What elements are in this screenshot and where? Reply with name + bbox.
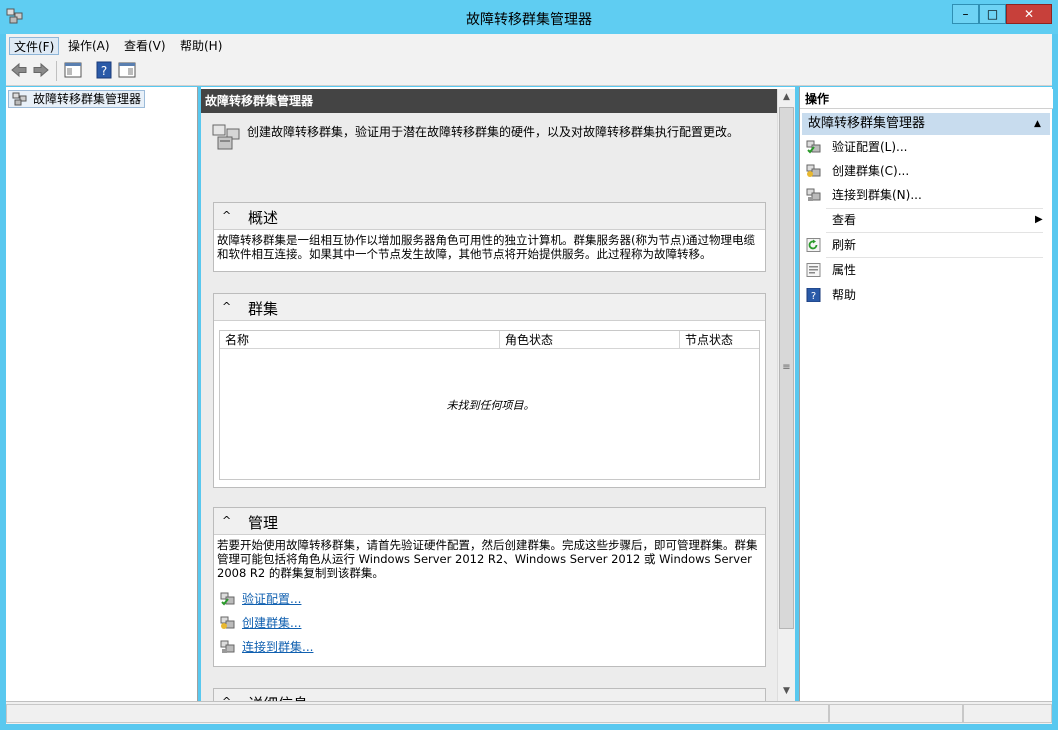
arrow-right-icon[interactable] xyxy=(32,61,50,79)
arrow-left-icon[interactable] xyxy=(10,61,28,79)
cluster-servers-icon xyxy=(212,124,240,150)
action-properties[interactable]: 属性 xyxy=(803,258,1048,282)
action-create-cluster[interactable]: 创建群集(C)... xyxy=(803,159,1048,183)
clusters-section: ^ 群集 名称 角色状态 节点状态 未找到任何项目。 xyxy=(213,293,766,488)
collapse-up-icon[interactable]: ▲ xyxy=(1034,113,1041,135)
action-help[interactable]: ? 帮助 xyxy=(803,283,1048,307)
tree-item-label: 故障转移群集管理器 xyxy=(33,92,142,106)
menu-bar: 文件(F) 操作(A) 查看(V) 帮助(H) xyxy=(6,34,1052,57)
menu-help[interactable]: 帮助(H) xyxy=(176,37,226,55)
create-cluster-icon xyxy=(220,616,235,629)
toolbar: ? xyxy=(6,57,1052,86)
window-title: 故障转移群集管理器 xyxy=(466,12,592,28)
center-pane: 故障转移群集管理器 创建故障转移群集，验证用于潜在故障转移群集的硬件，以及对故障… xyxy=(201,87,795,701)
title-bar[interactable]: 故障转移群集管理器 – □ ✕ xyxy=(0,0,1058,34)
action-refresh[interactable]: 刷新 xyxy=(803,233,1048,257)
center-pane-header: 故障转移群集管理器 xyxy=(201,89,777,113)
cluster-manager-icon xyxy=(12,92,27,106)
connect-cluster-icon xyxy=(220,640,235,653)
create-cluster-link[interactable]: 创建群集... xyxy=(242,614,301,632)
create-cluster-icon xyxy=(806,164,821,177)
column-header-name[interactable]: 名称 xyxy=(220,331,500,349)
action-connect-cluster[interactable]: 连接到群集(N)... xyxy=(803,183,1048,207)
action-label: 帮助 xyxy=(832,288,857,302)
status-bar xyxy=(6,701,1052,724)
action-label: 刷新 xyxy=(832,238,857,252)
action-label: 连接到群集(N)... xyxy=(832,188,922,202)
scroll-up-arrow-icon[interactable]: ▲ xyxy=(778,89,795,106)
overview-section: ^ 概述 故障转移群集是一组相互协作以增加服务器角色可用性的独立计算机。群集服务… xyxy=(213,202,766,272)
clusters-title: 群集 xyxy=(248,300,279,318)
menu-view[interactable]: 查看(V) xyxy=(120,37,170,55)
details-title: 详细信息 xyxy=(248,693,308,701)
status-cell-main xyxy=(6,704,829,723)
action-label: 查看 xyxy=(832,213,857,227)
refresh-icon xyxy=(806,238,821,252)
intro-text: 创建故障转移群集，验证用于潜在故障转移群集的硬件，以及对故障转移群集执行配置更改… xyxy=(247,125,740,139)
scroll-down-arrow-icon[interactable]: ▼ xyxy=(778,683,795,700)
chevron-up-icon[interactable]: ^ xyxy=(222,209,231,222)
column-header-role-status[interactable]: 角色状态 xyxy=(500,331,680,349)
maximize-button[interactable]: □ xyxy=(979,4,1006,24)
management-title: 管理 xyxy=(248,514,279,532)
validate-configuration-link[interactable]: 验证配置... xyxy=(242,590,301,608)
status-cell xyxy=(829,704,963,723)
management-text: 若要开始使用故障转移群集，请首先验证硬件配置，然后创建群集。完成这些步骤后，即可… xyxy=(217,538,758,580)
tree-item-root[interactable]: 故障转移群集管理器 xyxy=(8,90,146,108)
overview-text: 故障转移群集是一组相互协作以增加服务器角色可用性的独立计算机。群集服务器(称为节… xyxy=(217,233,755,261)
close-button[interactable]: ✕ xyxy=(1006,4,1052,24)
action-label: 属性 xyxy=(832,263,857,277)
svg-text:?: ? xyxy=(101,64,107,78)
submenu-arrow-icon: ▶ xyxy=(1035,214,1043,225)
details-section: ^ 详细信息 xyxy=(213,688,766,701)
toolbar-separator xyxy=(56,61,57,81)
action-validate-configuration[interactable]: 验证配置(L)... xyxy=(803,135,1048,159)
action-view[interactable]: 查看 ▶ xyxy=(803,208,1048,232)
column-header-node-status[interactable]: 节点状态 xyxy=(680,331,759,349)
clusters-table: 名称 角色状态 节点状态 未找到任何项目。 xyxy=(219,330,760,480)
actions-group-label: 故障转移群集管理器 xyxy=(808,116,926,131)
action-label: 创建群集(C)... xyxy=(832,164,910,178)
properties-icon xyxy=(806,263,821,277)
empty-message: 未找到任何项目。 xyxy=(446,399,535,412)
management-section-header[interactable]: ^ 管理 xyxy=(214,508,765,535)
validate-icon xyxy=(806,140,821,154)
scroll-thumb[interactable]: ≡ xyxy=(779,107,794,629)
menu-action[interactable]: 操作(A) xyxy=(64,37,114,55)
connect-cluster-link[interactable]: 连接到群集... xyxy=(242,638,313,656)
help-icon[interactable]: ? xyxy=(95,61,113,79)
clusters-section-header[interactable]: ^ 群集 xyxy=(214,294,765,321)
action-pane-icon[interactable] xyxy=(118,61,136,79)
details-section-header[interactable]: ^ 详细信息 xyxy=(214,689,765,701)
status-cell xyxy=(963,704,1052,723)
validate-icon xyxy=(220,592,235,606)
actions-pane: 操作 故障转移群集管理器 ▲ 验证配置(L)... 创建群集(C)... 连接到… xyxy=(799,87,1053,701)
console-tree-icon[interactable] xyxy=(64,61,82,79)
overview-section-header[interactable]: ^ 概述 xyxy=(214,203,765,230)
actions-group-header[interactable]: 故障转移群集管理器 ▲ xyxy=(802,113,1050,135)
chevron-up-icon[interactable]: ^ xyxy=(222,514,231,527)
management-section: ^ 管理 若要开始使用故障转移群集，请首先验证硬件配置，然后创建群集。完成这些步… xyxy=(213,507,766,667)
center-content: 创建故障转移群集，验证用于潜在故障转移群集的硬件，以及对故障转移群集执行配置更改… xyxy=(201,113,777,701)
minimize-button[interactable]: – xyxy=(952,4,979,24)
actions-header: 操作 xyxy=(800,89,1053,109)
svg-text:?: ? xyxy=(811,291,816,302)
overview-title: 概述 xyxy=(248,209,279,227)
vertical-scrollbar[interactable]: ▲ ≡ ▼ xyxy=(777,89,795,701)
action-label: 验证配置(L)... xyxy=(832,140,908,154)
grip-icon: ≡ xyxy=(782,362,791,373)
help-icon: ? xyxy=(806,288,821,302)
menu-file[interactable]: 文件(F) xyxy=(9,37,60,55)
connect-cluster-icon xyxy=(806,188,821,201)
chevron-up-icon[interactable]: ^ xyxy=(222,300,231,313)
console-tree: 故障转移群集管理器 xyxy=(6,87,198,701)
